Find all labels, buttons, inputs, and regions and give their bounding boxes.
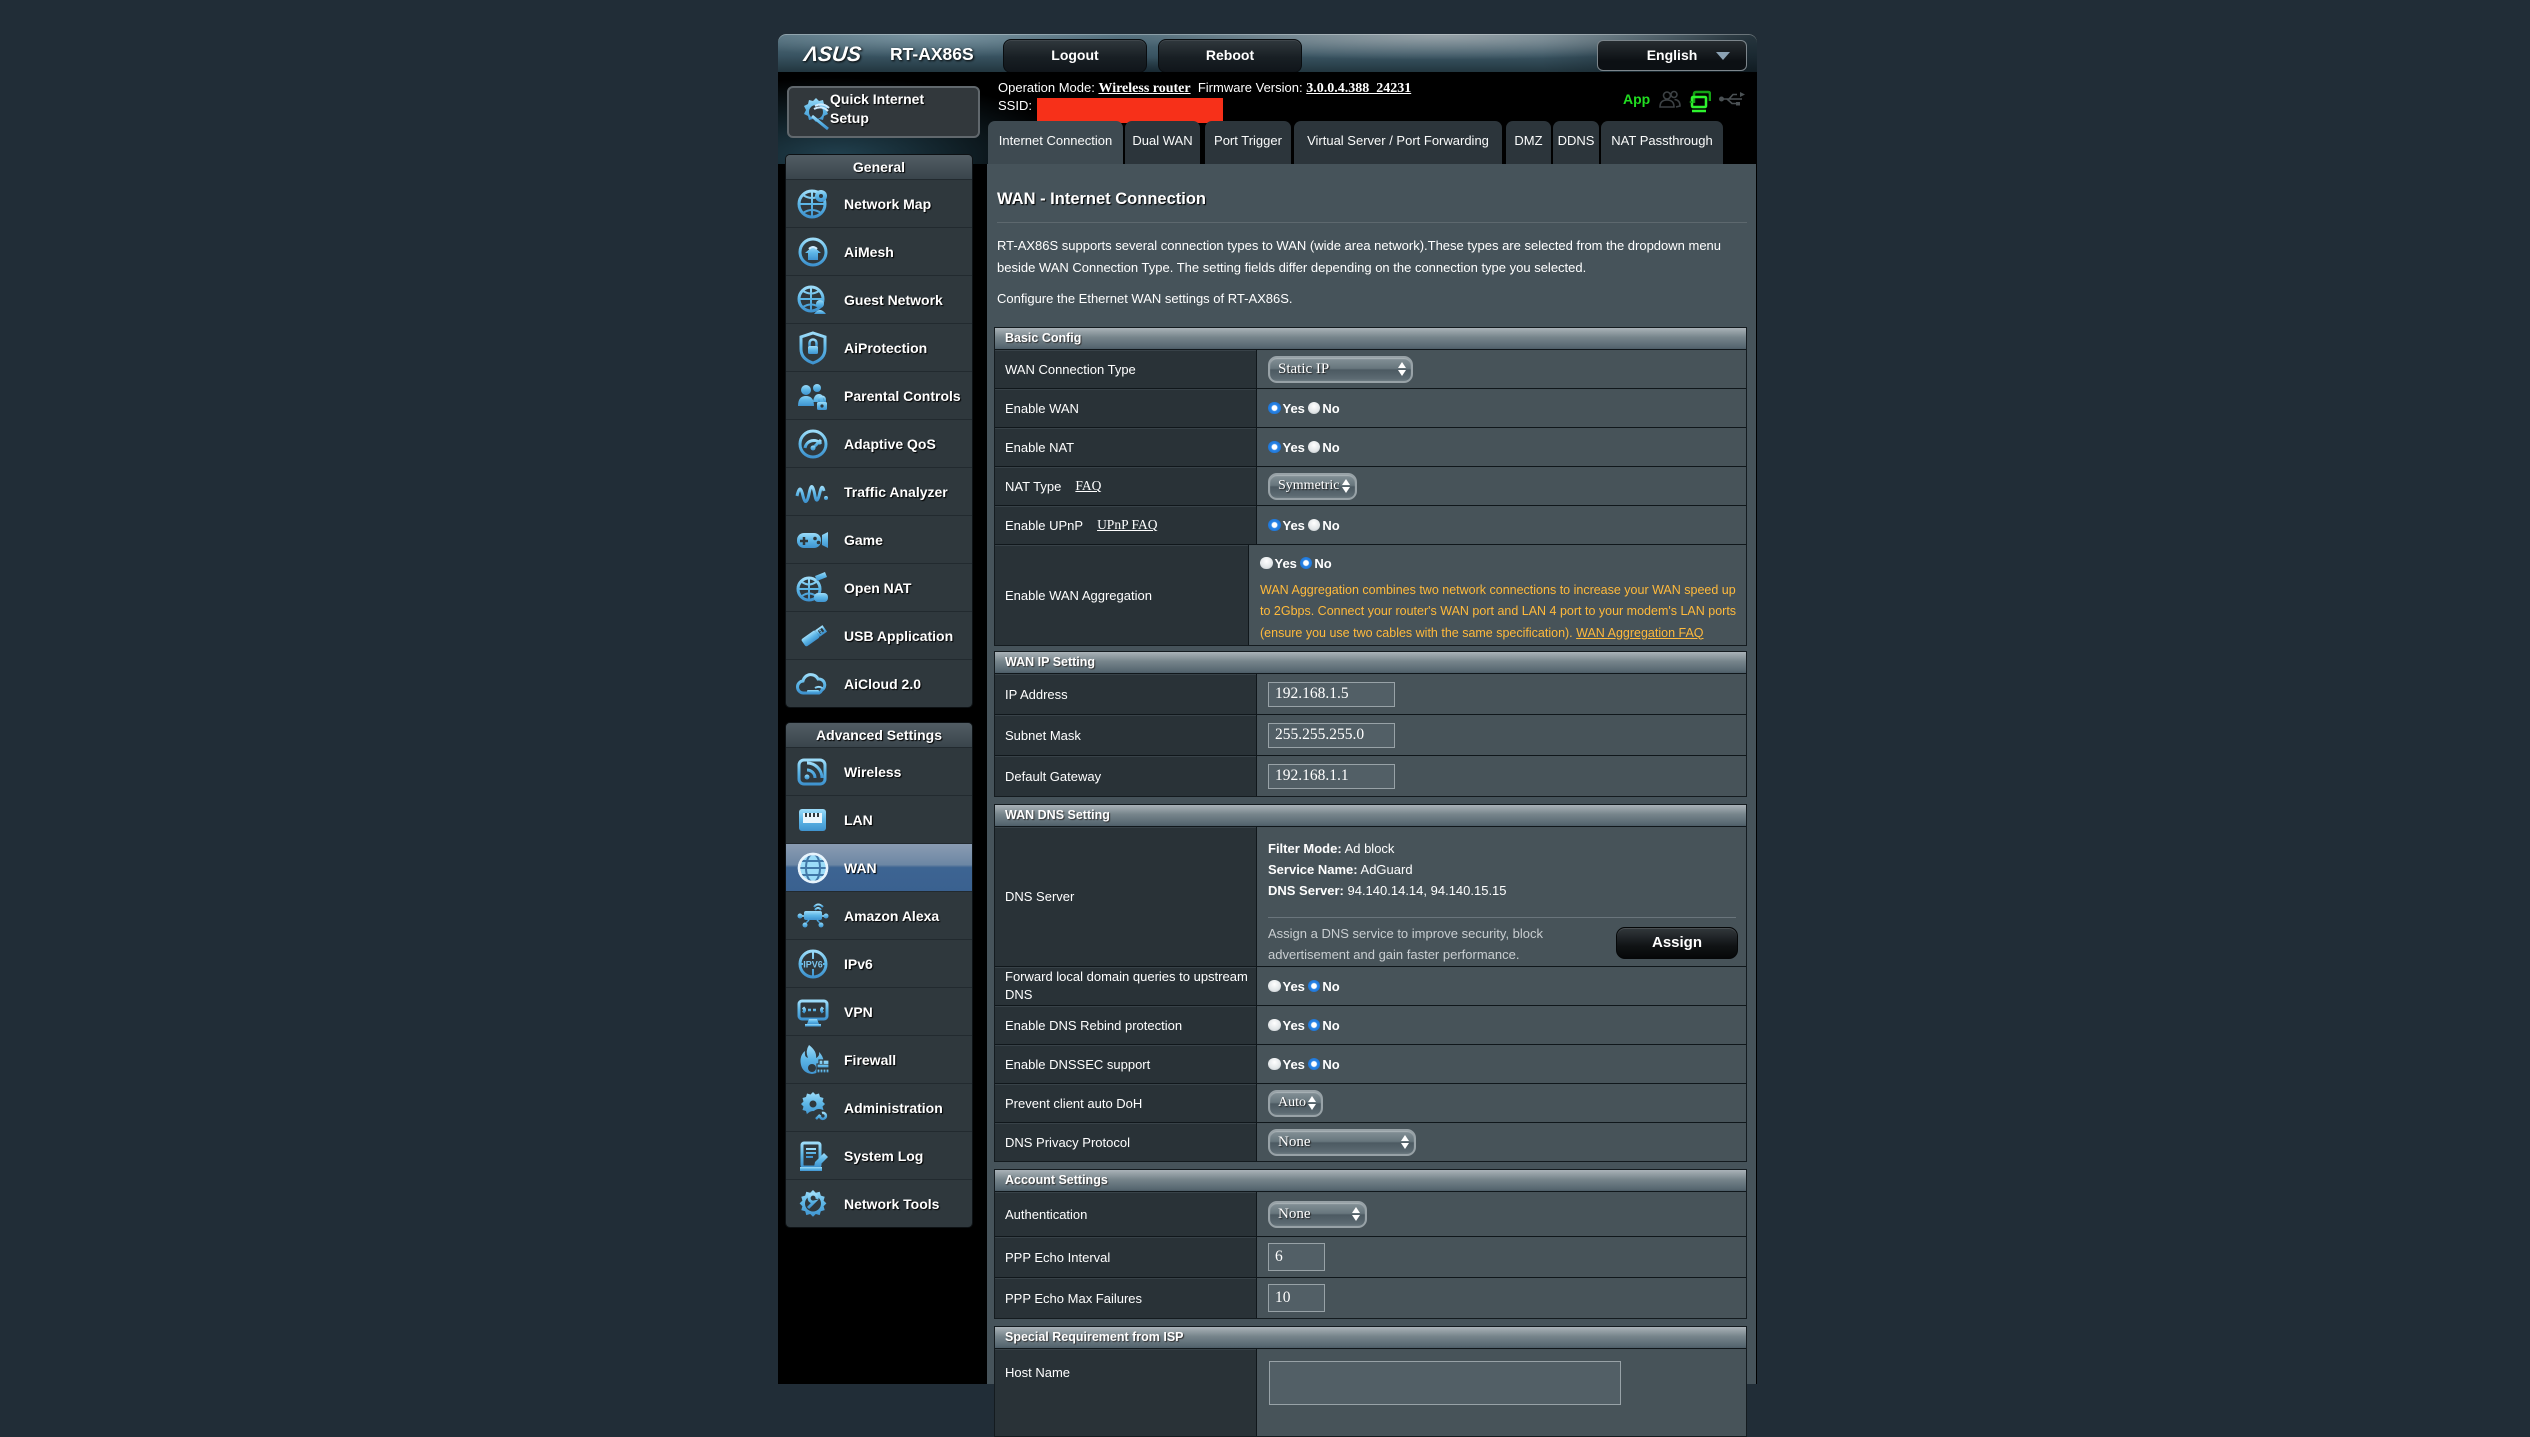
svg-text:IPV6: IPV6 bbox=[803, 960, 823, 970]
